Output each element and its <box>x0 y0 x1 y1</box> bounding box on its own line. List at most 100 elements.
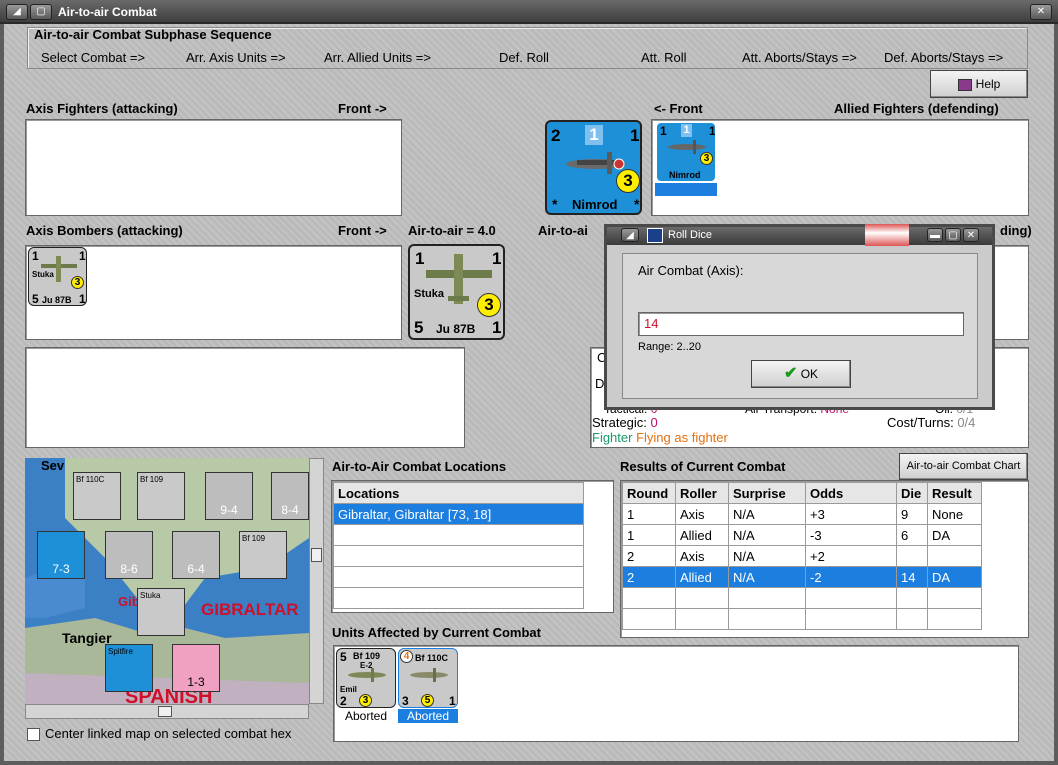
roll-dice-nation-flag-icon <box>865 224 909 246</box>
results-row-empty <box>622 587 982 609</box>
map-view[interactable]: Gibr GIBRALTAR Tangier SPANISH Sev Bf 11… <box>25 458 309 704</box>
stuka-small-range: 3 <box>71 276 84 289</box>
location-row-empty <box>333 566 584 588</box>
affected-bf110-range: 5 <box>421 694 434 707</box>
map-counter-9-4[interactable]: 9-4 <box>205 472 253 520</box>
air-combat-chart-button[interactable]: Air-to-air Combat Chart <box>899 453 1028 480</box>
info-cost: Cost/Turns: <box>887 415 954 430</box>
roll-dice-menu-button[interactable]: ◢ <box>621 228 639 242</box>
affected-bf110-counter[interactable]: 4 Bf 110C 3 5 1 <box>398 648 458 708</box>
help-button[interactable]: Help <box>930 70 1028 98</box>
map-counter-6-4[interactable]: 6-4 <box>172 531 220 579</box>
map-vscrollbar[interactable] <box>309 458 324 704</box>
roll-dice-minimize-button[interactable]: ▬ <box>927 228 943 242</box>
nimrod-attack: 2 <box>551 126 561 145</box>
map-counter-1-3-label: 1-3 <box>187 675 205 689</box>
affected-bf110-plane-icon <box>410 668 448 682</box>
result-cell: N/A <box>728 503 806 525</box>
result-cell: 2 <box>622 545 676 567</box>
map-hscrollbar[interactable] <box>25 704 309 719</box>
results-row[interactable]: 2 Axis N/A +2 <box>622 545 982 567</box>
map-counter-7-3[interactable]: 7-3 <box>37 531 85 579</box>
results-row[interactable]: 1 Allied N/A -3 6 DA <box>622 524 982 546</box>
stuka-large-counter[interactable]: 1 1 Stuka 3 5 Ju 87B 1 <box>408 244 505 340</box>
map-counter-8-4[interactable]: 8-4 <box>271 472 309 520</box>
result-cell: Allied <box>675 524 729 546</box>
result-cell: 1 <box>622 503 676 525</box>
roll-dice-flag-icon <box>647 228 663 243</box>
location-row[interactable]: Gibraltar, Gibraltar [73, 18] <box>333 503 584 525</box>
map-counter-bf109-2[interactable]: Bf 109 <box>239 531 287 579</box>
map-counter-7-3-label: 7-3 <box>52 562 70 576</box>
result-cell: N/A <box>728 566 806 588</box>
roll-dice-maximize-button[interactable]: ▢ <box>945 228 961 242</box>
map-counter-bf110[interactable]: Bf 110C <box>73 472 121 520</box>
seq-arr-allied: Arr. Allied Units => <box>324 50 431 65</box>
affected-bf110-br: 1 <box>449 694 456 708</box>
results-label: Results of Current Combat <box>620 459 786 474</box>
roll-dice-dialog: ◢ Roll Dice ▬ ▢ ✕ Air Combat (Axis): 14 … <box>604 224 995 410</box>
location-row-empty <box>333 545 584 567</box>
result-cell: +3 <box>805 503 897 525</box>
location-row-empty <box>333 587 584 609</box>
stuka-small-bottom: 5 <box>32 292 39 306</box>
results-row-empty <box>622 608 982 630</box>
stuka-small-counter[interactable]: 1 1 Stuka 3 5 Ju 87B 1 <box>28 247 87 306</box>
map-hscroll-thumb[interactable] <box>158 706 172 717</box>
results-row-selected[interactable]: 2 Allied N/A -2 14 DA <box>622 566 982 588</box>
location-cell: Gibraltar, Gibraltar [73, 18] <box>333 503 584 525</box>
axis-bombers-front: Front -> <box>338 223 387 238</box>
results-header-odds: Odds <box>805 482 897 504</box>
map-counter-bf109-2-label: Bf 109 <box>242 534 266 543</box>
info-strategic: Strategic: <box>592 415 647 430</box>
axis-fighters-box[interactable] <box>25 119 402 216</box>
window-title: Air-to-air Combat <box>58 5 157 19</box>
results-table: Round Roller Surprise Odds Die Result 1A… <box>622 482 982 630</box>
window-close-button[interactable]: ✕ <box>1030 4 1052 20</box>
results-header-die: Die <box>896 482 928 504</box>
nimrod-small-name: Nimrod <box>669 170 701 180</box>
roll-dice-prompt: Air Combat (Axis): <box>638 263 744 278</box>
seq-def-aborts: Def. Aborts/Stays => <box>884 50 1004 65</box>
nimrod-name: Nimrod <box>572 197 618 212</box>
stuka-bottom: 5 <box>414 318 424 337</box>
roll-dice-ok-button[interactable]: ✔ OK <box>751 360 851 388</box>
result-cell: Axis <box>675 545 729 567</box>
window-titlebar: ◢ ▢ Air-to-air Combat ✕ <box>0 0 1058 24</box>
locations-label: Air-to-Air Combat Locations <box>332 459 507 474</box>
results-row[interactable]: 1 Axis N/A +3 9 None <box>622 503 982 525</box>
map-counter-stuka[interactable]: Stuka <box>137 588 185 636</box>
result-cell: 2 <box>622 566 676 588</box>
map-counter-bf109[interactable]: Bf 109 <box>137 472 185 520</box>
map-label-sev: Sev <box>41 458 65 473</box>
roll-dice-value-input[interactable]: 14 <box>638 312 964 336</box>
help-book-icon <box>957 78 972 91</box>
info-strategic-value: 0 <box>650 415 658 430</box>
help-label: Help <box>975 77 1001 91</box>
nimrod-small-selection <box>655 183 717 196</box>
window-restore-button[interactable]: ▢ <box>30 4 52 20</box>
info-cost-row: Cost/Turns: 0/4 <box>887 415 975 430</box>
affected-bf109-plane-icon <box>348 668 386 682</box>
center-linked-checkbox[interactable] <box>27 728 40 741</box>
units-affected-label: Units Affected by Current Combat <box>332 625 541 640</box>
window-menu-button[interactable]: ◢ <box>6 4 28 20</box>
map-counter-9-4-label: 9-4 <box>220 503 238 517</box>
result-cell: 9 <box>896 503 928 525</box>
seq-arr-axis: Arr. Axis Units => <box>186 50 286 65</box>
roll-dice-close-button[interactable]: ✕ <box>963 228 979 242</box>
map-counter-spitfire[interactable]: Spitfire <box>105 644 153 692</box>
nimrod-small-counter[interactable]: 1 1 1 3 Nimrod <box>655 121 717 183</box>
affected-bf109-counter[interactable]: 5 Bf 109 E-2 Emil 2 3 <box>336 648 396 708</box>
result-cell: Axis <box>675 503 729 525</box>
map-counter-1-3[interactable]: 1-3 <box>172 644 220 692</box>
sequence-title: Air-to-air Combat Subphase Sequence <box>34 27 272 42</box>
map-label-gibraltar: GIBRALTAR <box>201 600 299 619</box>
affected-bf109-bl: 2 <box>340 694 347 708</box>
map-vscroll-thumb[interactable] <box>311 548 322 562</box>
nimrod-small-range: 3 <box>700 152 713 165</box>
nimrod-large-counter[interactable]: 2 1 1 3 * Nimrod * <box>545 120 642 215</box>
map-counter-8-6[interactable]: 8-6 <box>105 531 153 579</box>
roll-dice-titlebar: ◢ Roll Dice ▬ ▢ ✕ <box>607 224 992 246</box>
results-header-round: Round <box>622 482 676 504</box>
